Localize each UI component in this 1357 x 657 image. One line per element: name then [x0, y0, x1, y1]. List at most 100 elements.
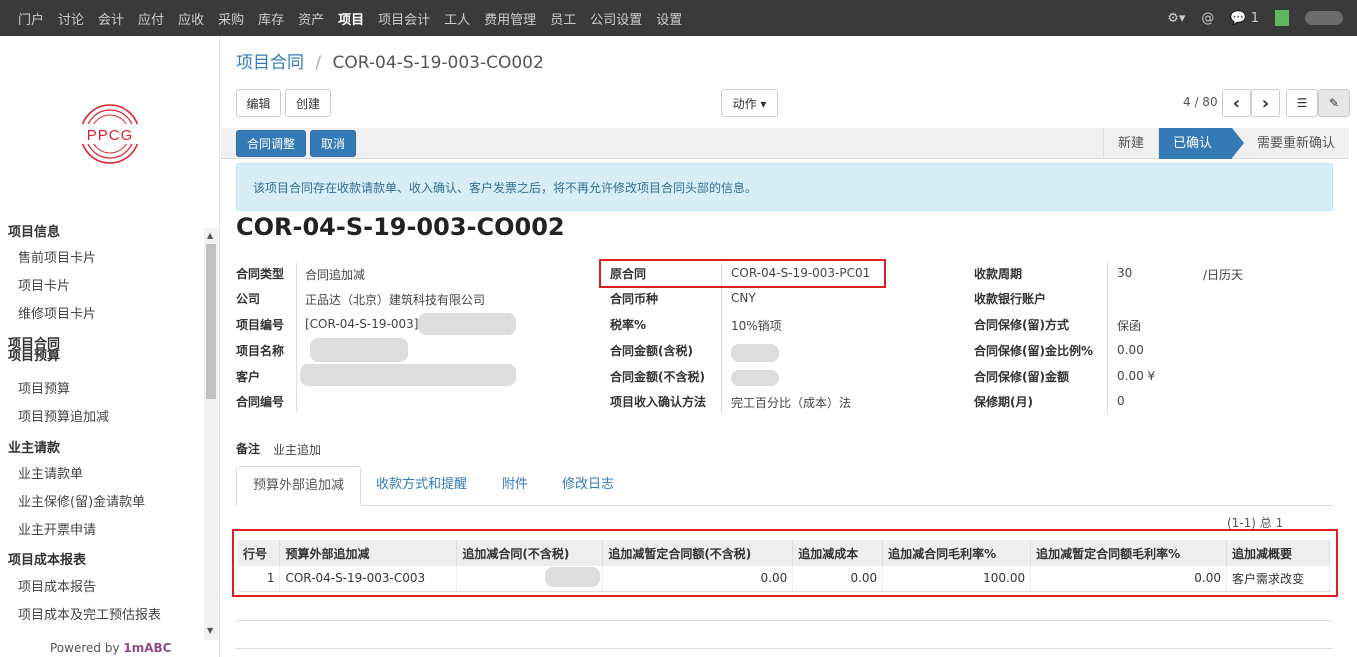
scrollbar-thumb[interactable] — [206, 244, 216, 399]
sidebar-group-2[interactable]: 项目预算 — [0, 350, 60, 364]
powered-by: Powered by 1mABC — [50, 641, 171, 655]
remark-value: 业主追加 — [273, 443, 322, 457]
menu-item-5[interactable]: 采购 — [218, 9, 244, 28]
menu-item-14[interactable]: 设置 — [656, 9, 682, 28]
action-dropdown[interactable]: 动作 ▾ — [721, 89, 778, 117]
sidebar-group-4[interactable]: 项目成本报表 — [0, 554, 86, 568]
col3-divider — [1107, 263, 1108, 413]
sidebar-item-3-1[interactable]: 业主保修(留)金请款单 — [0, 496, 145, 510]
record-title: COR-04-S-19-003-CO002 — [236, 213, 565, 241]
breadcrumb-current: COR-04-S-19-003-CO002 — [332, 53, 544, 73]
stage-0[interactable]: 新建 — [1102, 128, 1158, 159]
menu-item-11[interactable]: 费用管理 — [484, 9, 536, 28]
col3-value-5[interactable]: 0 — [1117, 394, 1125, 408]
scroll-up-icon[interactable]: ▲ — [207, 231, 213, 240]
edit-button[interactable]: 编辑 — [236, 89, 281, 117]
redacted-amount-tax — [731, 344, 779, 362]
col3-label-3: 合同保修(留)金比例% — [974, 344, 1093, 358]
sidebar-item-0-2[interactable]: 维修项目卡片 — [0, 308, 96, 322]
create-button[interactable]: 创建 — [285, 89, 331, 117]
menu-item-4[interactable]: 应收 — [178, 9, 204, 28]
menu-item-13[interactable]: 公司设置 — [590, 9, 642, 28]
sidebar-item-3-2[interactable]: 业主开票申请 — [0, 524, 96, 538]
sidebar-item-4-1[interactable]: 项目成本及完工预估报表 — [0, 609, 161, 623]
menu-item-0[interactable]: 门户 — [18, 9, 44, 28]
col3-unit-0: /日历天 — [1203, 268, 1244, 282]
col3-label-1: 收款银行账户 — [974, 292, 1047, 306]
messages-button[interactable]: 💬 1 — [1230, 11, 1259, 26]
menu-item-9[interactable]: 项目会计 — [378, 9, 430, 28]
mention-icon[interactable]: @ — [1201, 11, 1214, 26]
col2-label-2: 税率% — [610, 318, 647, 332]
col3-value-4[interactable]: 0.00 ¥ — [1117, 369, 1155, 383]
tab-0[interactable]: 预算外部追加减 — [236, 466, 362, 506]
sidebar-item-2-1[interactable]: 项目预算追加减 — [0, 411, 109, 425]
stage-1[interactable]: 已确认 — [1157, 128, 1245, 159]
sidebar-group-0[interactable]: 项目信息 — [0, 226, 60, 240]
tab-2[interactable]: 附件 — [486, 466, 544, 506]
menu-item-10[interactable]: 工人 — [444, 9, 470, 28]
bottom-divider — [236, 620, 1333, 621]
sidebar-group-3[interactable]: 业主请款 — [0, 442, 60, 456]
col3-label-0: 收款周期 — [974, 267, 1023, 281]
redacted-project-name — [310, 338, 408, 362]
col1-label-0: 合同类型 — [236, 267, 285, 281]
col3-value-0[interactable]: 30 — [1117, 266, 1132, 280]
sidebar-item-0-1[interactable]: 项目卡片 — [0, 280, 70, 294]
remark-label: 备注 — [236, 442, 261, 456]
menu-item-3[interactable]: 应付 — [138, 9, 164, 28]
col3-value-3[interactable]: 0.00 — [1117, 343, 1144, 357]
menu-item-2[interactable]: 会计 — [98, 9, 124, 28]
redacted-project-code — [418, 313, 516, 335]
form-view-icon[interactable]: ✎ — [1318, 89, 1350, 117]
menu-item-8[interactable]: 项目 — [338, 9, 364, 28]
breadcrumb: 项目合同 / COR-04-S-19-003-CO002 — [236, 48, 544, 73]
menu-item-7[interactable]: 资产 — [298, 9, 324, 28]
tab-3[interactable]: 修改日志 — [546, 466, 630, 506]
user-avatar[interactable] — [1275, 10, 1289, 26]
breadcrumb-sep: / — [315, 53, 322, 73]
status-bar: 合同调整 取消 新建 已确认 需要重新确认 — [221, 128, 1349, 159]
pager-prev-button[interactable]: ‹ — [1222, 89, 1251, 117]
sidebar-item-2-0[interactable]: 项目预算 — [0, 383, 70, 397]
breadcrumb-parent[interactable]: 项目合同 — [236, 53, 304, 73]
redacted-customer — [300, 364, 516, 386]
menu-item-12[interactable]: 员工 — [550, 9, 576, 28]
col2-label-5: 项目收入确认方法 — [610, 395, 707, 409]
tab-1[interactable]: 收款方式和提醒 — [360, 466, 483, 506]
list-view-icon[interactable]: ☰ — [1286, 89, 1318, 117]
col1-value-2[interactable]: [COR-04-S-19-003] — [305, 317, 418, 331]
messages-count: 1 — [1250, 10, 1259, 26]
menu-item-6[interactable]: 库存 — [258, 9, 284, 28]
col2-value-2[interactable]: 10%销项 — [731, 317, 782, 334]
col2-value-1[interactable]: CNY — [731, 291, 756, 305]
contract-adjust-button[interactable]: 合同调整 — [236, 130, 306, 157]
sidebar-item-4-0[interactable]: 项目成本报告 — [0, 581, 96, 595]
user-name-redacted[interactable] — [1305, 11, 1343, 25]
col3-value-2[interactable]: 保函 — [1117, 317, 1141, 334]
cancel-button[interactable]: 取消 — [310, 130, 356, 157]
col1-label-5: 合同编号 — [236, 395, 285, 409]
stage-indicator: 新建 已确认 需要重新确认 — [1102, 128, 1349, 159]
topbar-right: ⚙▾ @ 💬 1 — [1151, 0, 1343, 36]
menu-item-1[interactable]: 讨论 — [58, 9, 84, 28]
stage-2[interactable]: 需要重新确认 — [1231, 128, 1349, 159]
col1-label-1: 公司 — [236, 292, 261, 306]
col1-value-1[interactable]: 正品达（北京）建筑科技有限公司 — [305, 291, 485, 308]
powered-brand[interactable]: 1mABC — [123, 641, 171, 655]
scroll-down-icon[interactable]: ▼ — [207, 626, 213, 635]
sidebar-item-0-0[interactable]: 售前项目卡片 — [0, 252, 96, 266]
settings-icon[interactable]: ⚙▾ — [1167, 11, 1185, 26]
col3-label-4: 合同保修(留)金额 — [974, 370, 1069, 384]
col3-label-2: 合同保修(留)方式 — [974, 318, 1069, 332]
powered-prefix: Powered by — [50, 641, 124, 655]
bottom-divider-2 — [236, 648, 1333, 649]
col2-label-4: 合同金额(不含税) — [610, 370, 705, 384]
col2-value-5[interactable]: 完工百分比（成本）法 — [731, 394, 851, 411]
sidebar: PPCG 项目信息 售前项目卡片 项目卡片 维修项目卡片 项目合同 项目预算 项目预算 项目预… — [0, 36, 220, 657]
company-logo: PPCG — [78, 102, 142, 166]
sidebar-item-3-0[interactable]: 业主请款单 — [0, 468, 83, 482]
pager-next-button[interactable]: › — [1251, 89, 1280, 117]
sidebar-scrollbar[interactable]: ▲ ▼ — [204, 228, 218, 640]
col1-value-0[interactable]: 合同追加减 — [305, 266, 365, 283]
